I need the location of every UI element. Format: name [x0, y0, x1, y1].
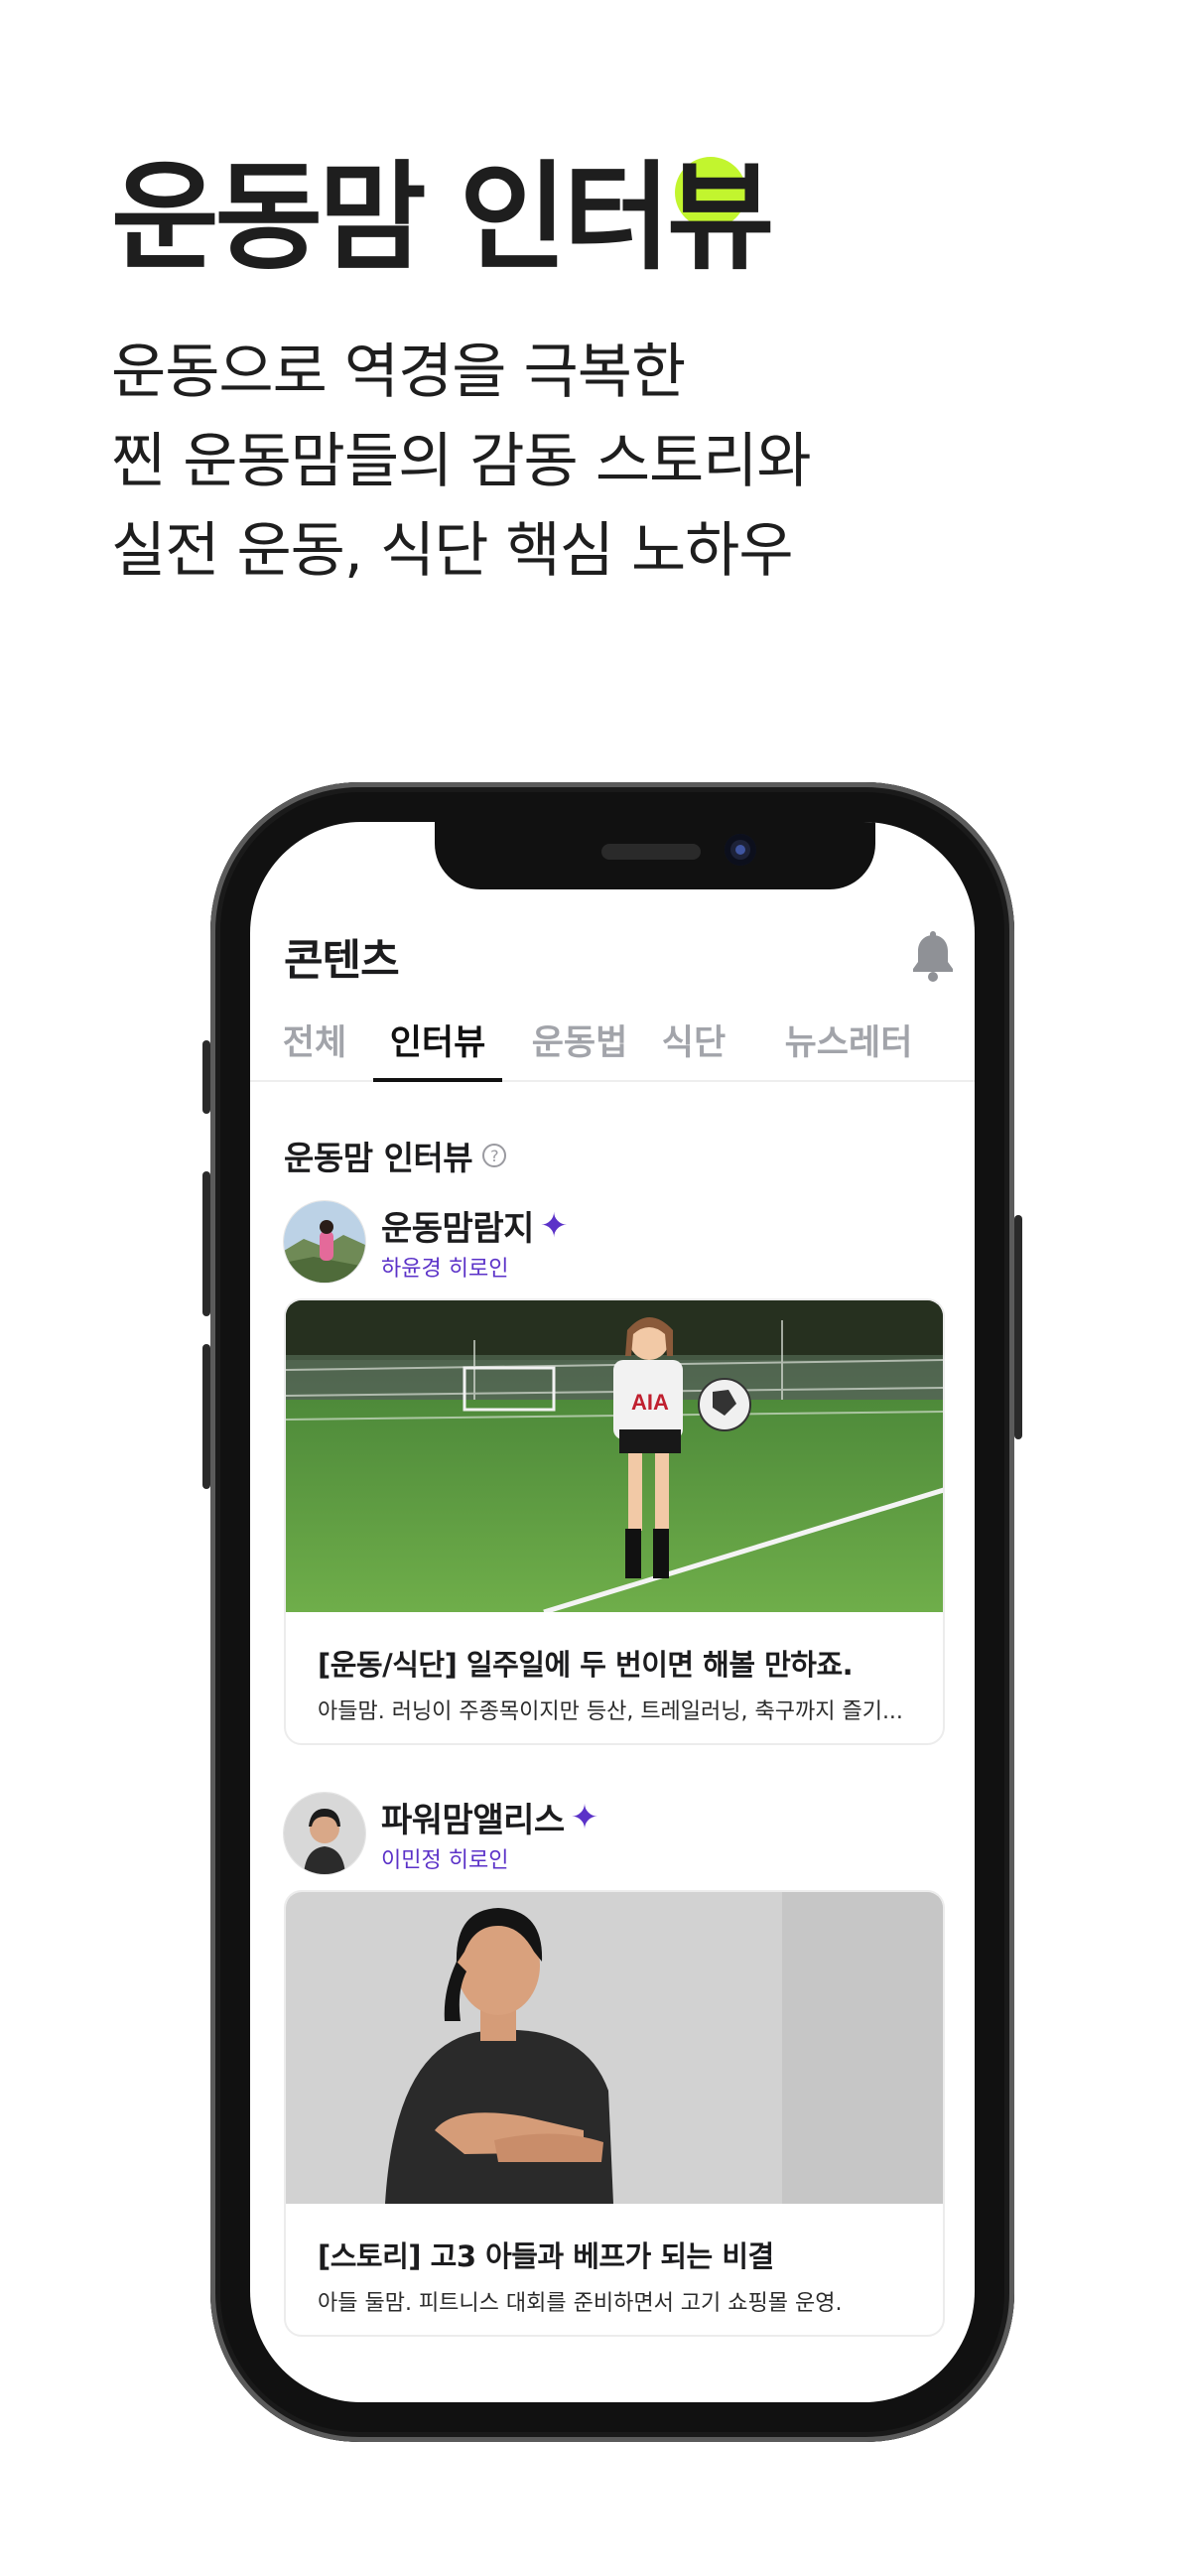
headline-line: 찐 운동맘들의 감동 스토리와	[111, 427, 812, 496]
post-description: 아들맘. 러닝이 주종목이지만 등산, 트레일러닝, 축구까지 즐기...	[318, 1699, 903, 1724]
phone-notch	[435, 822, 875, 889]
phone-volume-down-button	[202, 1344, 210, 1489]
author-avatar	[284, 1201, 365, 1283]
headline: 운동맘 인터뷰	[111, 149, 774, 286]
phone-mute-switch	[202, 1040, 210, 1114]
phone-screen: 콘텐츠 전체 인터뷰 운동법 식단 뉴스레터 운동맘 인터뷰 ? 운동맘람지 ✦…	[250, 822, 975, 2402]
app-title: 콘텐츠	[284, 936, 400, 986]
author-heroine: 하윤경 히로인	[381, 1257, 509, 1282]
section-title: 운동맘 인터뷰 ?	[284, 1132, 507, 1179]
post-card[interactable]: AIA [운동/식단] 일주일에 두 번이면 해볼 만하죠. 아들맘. 러닝이 …	[284, 1298, 945, 1745]
phone-volume-up-button	[202, 1171, 210, 1316]
tab-diet[interactable]: 식단	[657, 1011, 730, 1080]
category-tabs: 전체 인터뷰 운동법 식단 뉴스레터	[250, 1011, 975, 1082]
sparkle-icon: ✦	[539, 1205, 569, 1246]
headline-title: 운동맘 인터뷰	[111, 149, 774, 286]
help-circle-icon[interactable]: ?	[482, 1144, 507, 1167]
post-image	[286, 1892, 943, 2204]
headline-line: 실전 운동, 식단 핵심 노하우	[111, 516, 794, 586]
tab-workout[interactable]: 운동법	[528, 1011, 631, 1080]
tab-interview[interactable]: 인터뷰	[373, 1011, 502, 1082]
phone-mockup: 콘텐츠 전체 인터뷰 운동법 식단 뉴스레터 운동맘 인터뷰 ? 운동맘람지 ✦…	[210, 782, 1014, 2442]
author-name: 운동맘람지 ✦	[381, 1201, 568, 1250]
section-title-text: 운동맘 인터뷰	[284, 1139, 473, 1177]
jersey-text: AIA	[631, 1390, 669, 1415]
front-camera	[725, 834, 756, 866]
speaker-grille	[601, 844, 701, 860]
author-heroine: 이민정 히로인	[381, 1848, 509, 1873]
post-image: AIA	[286, 1300, 943, 1612]
author-name: 파워맘앨리스 ✦	[381, 1793, 598, 1841]
author-name-text: 운동맘람지	[381, 1209, 534, 1249]
bell-icon[interactable]	[909, 931, 957, 983]
author-name-text: 파워맘앨리스	[381, 1801, 565, 1840]
tab-all[interactable]: 전체	[280, 1011, 349, 1080]
post-title: [운동/식단] 일주일에 두 번이면 해볼 만하죠.	[318, 1648, 854, 1682]
sparkle-icon: ✦	[570, 1797, 599, 1837]
headline-line: 운동으로 역경을 극복한	[111, 338, 686, 407]
post-card[interactable]: [스토리] 고3 아들과 베프가 되는 비결 아들 둘맘. 피트니스 대회를 준…	[284, 1890, 945, 2337]
tab-newsletter[interactable]: 뉴스레터	[762, 1011, 935, 1080]
post-title: [스토리] 고3 아들과 베프가 되는 비결	[318, 2239, 774, 2273]
phone-power-button	[1014, 1215, 1022, 1439]
author-avatar	[284, 1793, 365, 1874]
headline-subtitle: 운동으로 역경을 극복한 찐 운동맘들의 감동 스토리와 실전 운동, 식단 핵…	[111, 328, 812, 596]
post-description: 아들 둘맘. 피트니스 대회를 준비하면서 고기 쇼핑몰 운영.	[318, 2291, 843, 2316]
